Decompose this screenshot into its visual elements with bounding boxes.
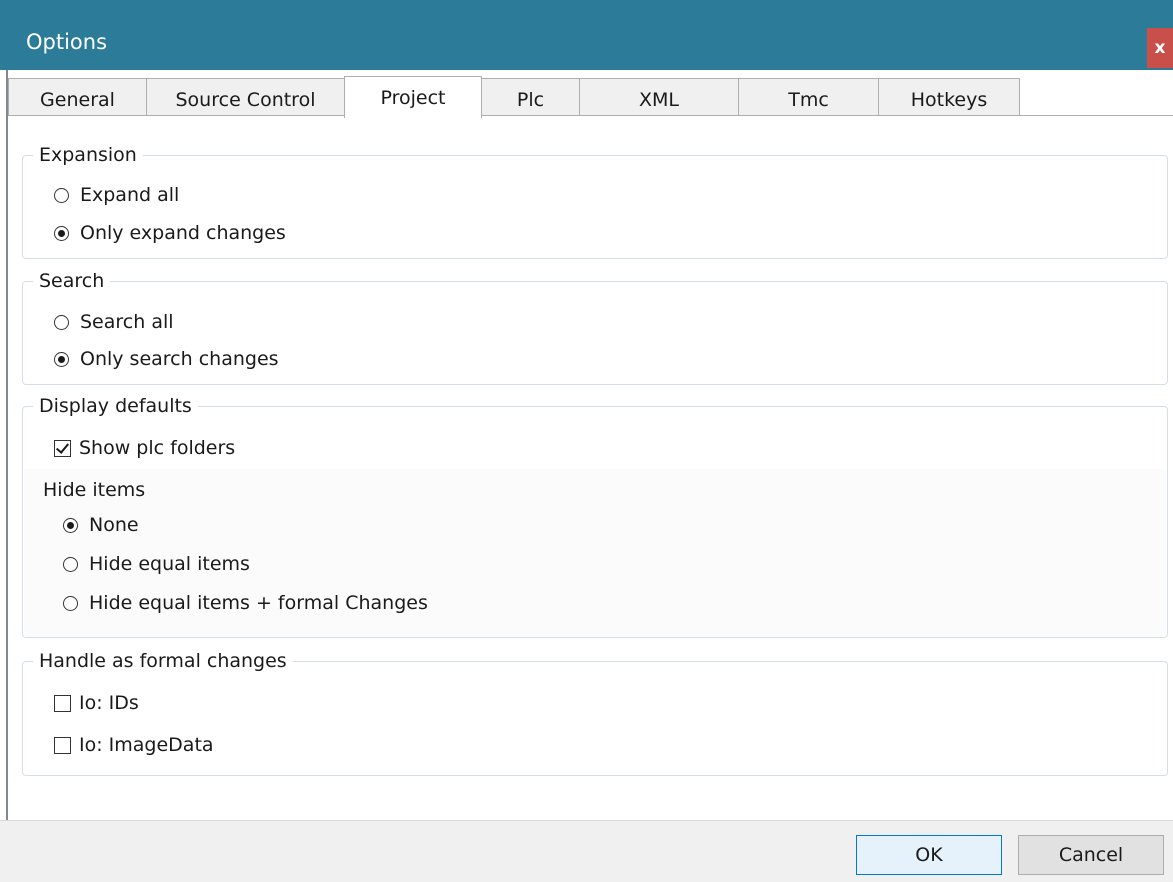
io-ids-checkbox[interactable] — [54, 694, 71, 712]
search-all-radio[interactable] — [54, 314, 69, 330]
expansion-legend: Expansion — [33, 143, 143, 167]
tab-general[interactable]: General — [8, 78, 147, 116]
hide-equal-items-option[interactable]: Hide equal items — [63, 549, 250, 579]
hide-items-label: Hide items — [43, 479, 146, 501]
tab-project[interactable]: Project — [344, 76, 482, 118]
io-ids-option[interactable]: Io: IDs — [54, 688, 139, 718]
expand-all-label: Expand all — [80, 184, 180, 206]
io-imagedata-option[interactable]: Io: ImageData — [54, 730, 214, 760]
show-plc-folders-checkbox[interactable] — [54, 439, 71, 457]
window-title: Options — [26, 30, 108, 54]
display-defaults-legend: Display defaults — [33, 394, 198, 418]
only-search-changes-radio[interactable] — [54, 351, 69, 367]
hide-equal-formal-option[interactable]: Hide equal items + formal Changes — [63, 588, 428, 618]
window-frame-left — [6, 70, 8, 820]
io-imagedata-label: Io: ImageData — [79, 734, 214, 756]
only-expand-changes-label: Only expand changes — [80, 222, 286, 244]
cancel-button[interactable]: Cancel — [1018, 835, 1164, 875]
hide-equal-formal-radio[interactable] — [63, 595, 78, 611]
tab-source-control[interactable]: Source Control — [146, 78, 345, 116]
search-legend: Search — [33, 269, 111, 293]
hide-none-label: None — [89, 514, 139, 536]
tab-tmc[interactable]: Tmc — [738, 78, 879, 116]
ok-button[interactable]: OK — [856, 835, 1002, 875]
search-group: Search Search all Only search changes — [22, 269, 1168, 385]
show-plc-folders-label: Show plc folders — [79, 437, 236, 459]
only-expand-changes-option[interactable]: Only expand changes — [54, 218, 286, 248]
expand-all-option[interactable]: Expand all — [54, 180, 179, 210]
title-bar: Options x — [0, 0, 1173, 70]
tab-strip-divider — [8, 115, 1173, 116]
hide-none-radio[interactable] — [63, 517, 78, 533]
close-button[interactable]: x — [1147, 28, 1173, 68]
io-imagedata-checkbox[interactable] — [54, 736, 71, 754]
display-defaults-group: Display defaults Show plc folders Hide i… — [22, 394, 1168, 638]
hide-equal-items-label: Hide equal items — [89, 553, 250, 575]
only-expand-changes-radio[interactable] — [54, 225, 69, 241]
show-plc-folders-option[interactable]: Show plc folders — [54, 433, 235, 463]
search-all-option[interactable]: Search all — [54, 307, 174, 337]
expand-all-radio[interactable] — [54, 187, 69, 203]
button-bar: OK Cancel — [0, 820, 1173, 882]
tab-xml[interactable]: XML — [579, 78, 739, 116]
search-all-label: Search all — [80, 311, 174, 333]
expansion-group: Expansion Expand all Only expand changes — [22, 143, 1168, 259]
tab-hotkeys[interactable]: Hotkeys — [878, 78, 1020, 116]
hide-none-option[interactable]: None — [63, 510, 139, 540]
hide-equal-items-radio[interactable] — [63, 556, 78, 572]
only-search-changes-option[interactable]: Only search changes — [54, 344, 279, 374]
formal-changes-legend: Handle as formal changes — [33, 649, 293, 673]
only-search-changes-label: Only search changes — [80, 348, 279, 370]
formal-changes-group: Handle as formal changes Io: IDs Io: Ima… — [22, 649, 1168, 776]
tab-plc[interactable]: Plc — [481, 78, 580, 116]
io-ids-label: Io: IDs — [79, 692, 139, 714]
hide-equal-formal-label: Hide equal items + formal Changes — [89, 592, 428, 614]
